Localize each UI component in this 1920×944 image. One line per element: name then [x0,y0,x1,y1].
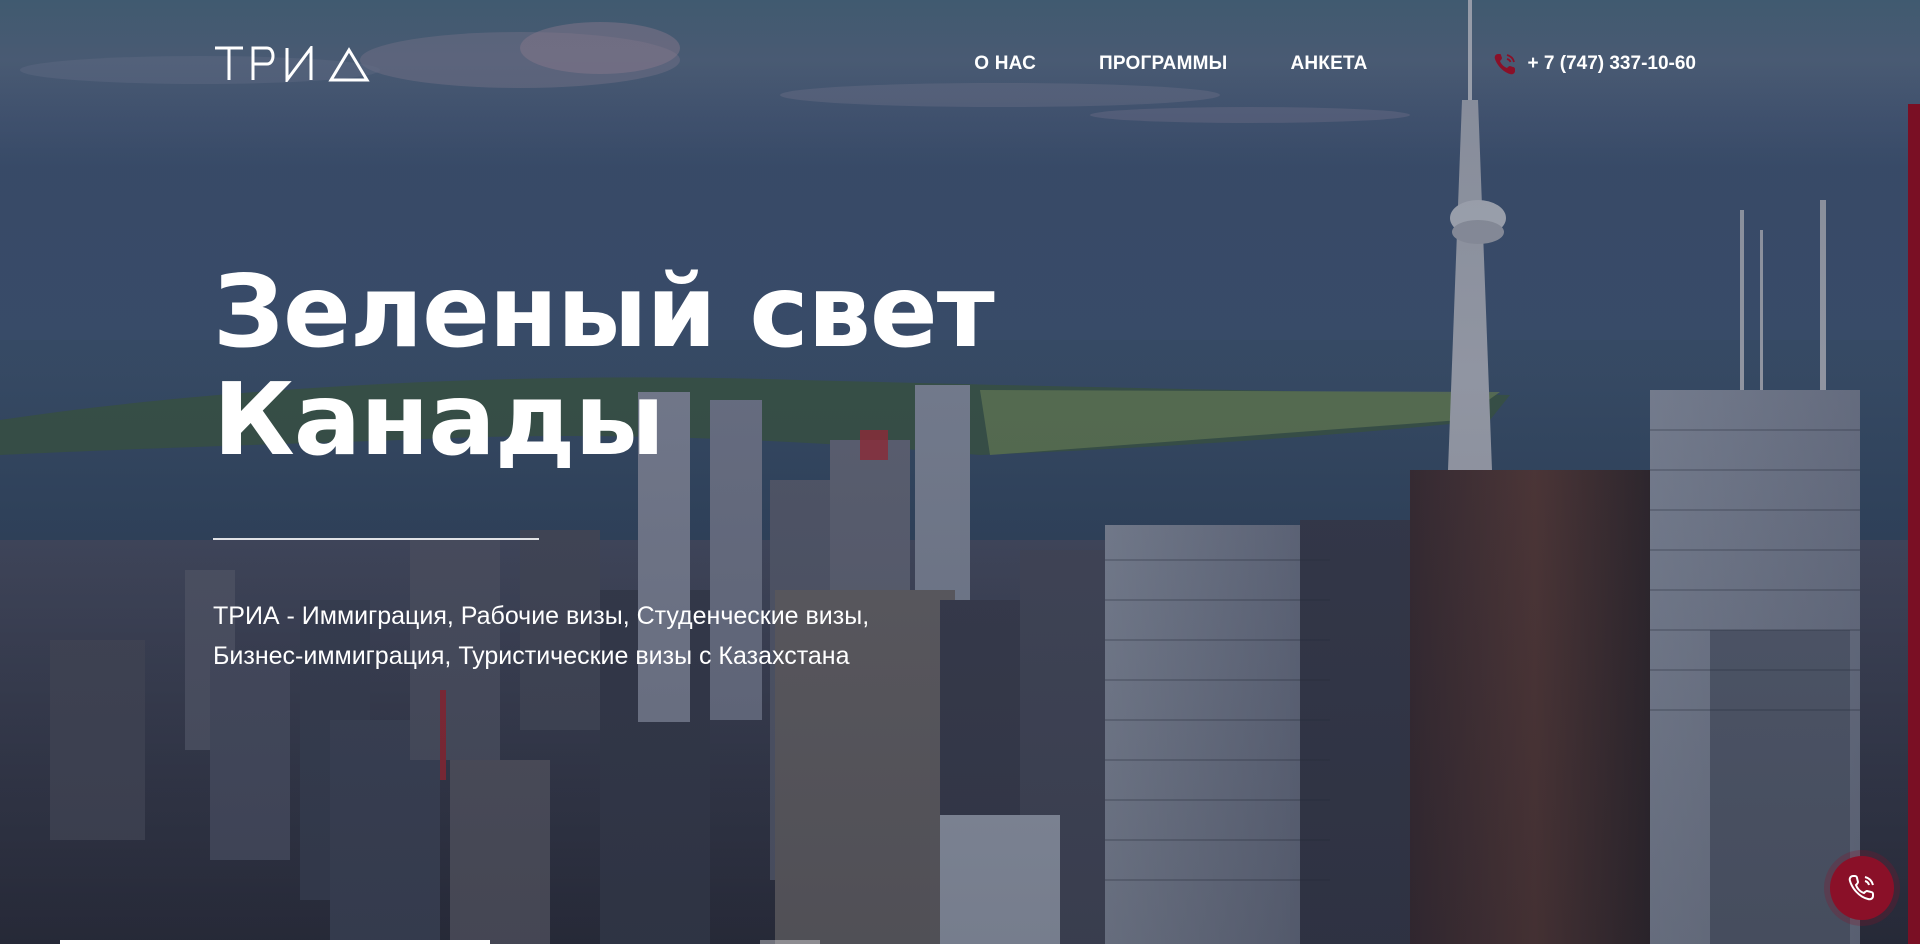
nav-item-questionnaire[interactable]: АНКЕТА [1290,53,1367,75]
hero-subtitle: ТРИА - Иммиграция, Рабочие визы, Студенч… [213,596,973,676]
nav-item-programs[interactable]: ПРОГРАММЫ [1099,53,1227,75]
phone-link[interactable]: + 7 (747) 337-10-60 [1492,51,1696,77]
nav-item-about[interactable]: О НАС [974,53,1036,75]
hero-title: Зеленый свет Канады [213,258,1113,474]
logo-mark [215,46,370,82]
side-accent-strip [1908,104,1920,944]
hero-subtitle-line-1: ТРИА - Иммиграция, Рабочие визы, Студенч… [213,602,870,630]
phone-call-icon [1848,875,1874,901]
main-nav: О НАС ПРОГРАММЫ АНКЕТА [974,53,1367,75]
slider-indicator-active[interactable] [60,940,490,944]
call-button[interactable] [1830,856,1894,920]
logo[interactable]: ТРИ Д [213,46,373,82]
hero-divider [213,538,539,540]
hero-title-line-1: Зеленый свет [213,253,995,370]
phone-number: + 7 (747) 337-10-60 [1527,53,1696,74]
phone-icon [1494,54,1515,75]
hero-section: ТРИ Д О НАС ПРОГРАММЫ АНКЕТА + 7 (747) 3… [0,0,1920,944]
site-header: ТРИ Д О НАС ПРОГРАММЫ АНКЕТА + 7 (747) 3… [213,44,1696,84]
slider-indicators [60,940,820,944]
hero-title-line-2: Канады [213,361,665,478]
hero-subtitle-line-2: Бизнес-иммиграция, Туристические визы с … [213,642,850,670]
slider-indicator[interactable] [760,940,820,944]
